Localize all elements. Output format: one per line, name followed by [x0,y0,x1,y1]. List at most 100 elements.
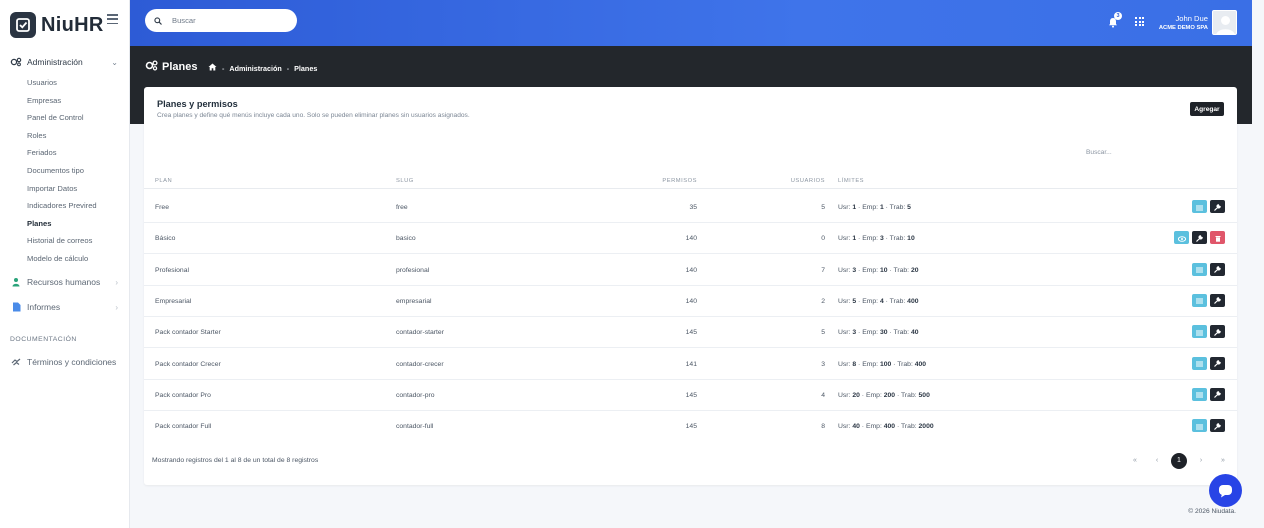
limit-emp: 100 [879,360,892,368]
last-page-button[interactable]: » [1212,453,1234,469]
limit-label-emp: Emp: [862,297,879,305]
list-icon [1196,198,1203,216]
plan-slug: empresarial [396,297,432,305]
breadcrumb-item[interactable]: Administración [229,64,281,73]
edit-plan-button[interactable] [1210,419,1225,433]
search-input[interactable]: Buscar [172,16,196,25]
wrench-icon [1196,229,1203,247]
edit-plan-button[interactable] [1192,229,1207,247]
limit-label-trab: Trab: [889,235,906,243]
menus-plan-button[interactable] [1192,200,1207,213]
plan-name: Empresarial [155,297,192,305]
sidebar-item-importar-datos[interactable]: Importar Datos [27,180,97,198]
edit-plan-button[interactable] [1210,293,1225,307]
sidebar-item-terminos[interactable]: Términos y condiciones [0,353,130,371]
sidebar-item-recursos-humanos[interactable]: Recursos humanos › [0,273,130,291]
sidebar-item-panel-de-control[interactable]: Panel de Control [27,109,97,127]
sidebar-item-historial-de-correos[interactable]: Historial de correos [27,232,97,250]
sidebar-item-empresas[interactable]: Empresas [27,92,97,110]
plans-card: Planes y permisos Crea planes y define q… [144,87,1237,485]
plan-limits: Usr: 20 · Emp: 200 · Trab: 500 [838,391,930,399]
plan-limits: Usr: 5 · Emp: 4 · Trab: 400 [838,297,919,305]
limit-trab: 400 [907,297,919,305]
apps-grid-icon[interactable] [1135,17,1144,26]
sidebar-item-administracion[interactable]: Administración ⌄ [0,53,130,71]
edit-plan-button[interactable] [1210,356,1225,370]
menus-plan-button[interactable] [1192,354,1207,372]
column-header-limites[interactable]: LÍMITES [838,178,864,184]
sidebar-item-modelo-de-calculo[interactable]: Modelo de cálculo [27,250,97,268]
column-header-permisos[interactable]: PERMISOS [662,178,697,184]
prev-page-button[interactable]: ‹ [1146,453,1168,469]
plan-name: Pack contador Pro [155,391,211,399]
next-page-button[interactable]: › [1190,453,1212,469]
chevron-down-icon: ⌄ [111,57,118,67]
menus-plan-button[interactable] [1192,291,1207,309]
add-plan-button[interactable]: Agregar [1190,102,1224,116]
list-icon [1196,323,1203,341]
sidebar-item-roles[interactable]: Roles [27,127,97,145]
menus-plan-button[interactable] [1192,387,1207,401]
sidebar-item-informes[interactable]: Informes › [0,298,130,316]
list-icon [1196,291,1203,309]
plan-slug: free [396,204,408,211]
user-name[interactable]: John Due [1175,14,1208,23]
limit-trab: 5 [907,204,911,211]
card-title: Planes y permisos [157,99,238,109]
menus-plan-button[interactable] [1192,417,1207,435]
avatar[interactable] [1212,10,1237,35]
limit-label-usr: Usr: [838,391,851,399]
plan-usuarios: 0 [821,235,825,243]
plan-usuarios: 8 [821,423,825,431]
limit-trab: 2000 [918,423,934,431]
edit-plan-button[interactable] [1210,262,1225,276]
global-search[interactable]: Buscar [145,9,297,32]
list-icon [1196,354,1203,372]
card-subtitle: Crea planes y define qué menús incluye c… [157,112,470,119]
plan-permisos: 35 [689,204,697,211]
pagination: « ‹ 1 › » [1124,453,1234,469]
plan-permisos: 145 [685,329,697,337]
sidebar-item-feriados[interactable]: Feriados [27,144,97,162]
limit-label-trab: Trab: [889,297,906,305]
row-actions [1192,291,1225,309]
column-header-plan[interactable]: PLAN [155,178,172,184]
table-row: Empresarial empresarial 140 2 Usr: 5 · Emp: … [144,286,1237,317]
plan-limits: Usr: 1 · Emp: 3 · Trab: 10 [838,235,915,243]
edit-plan-button[interactable] [1210,200,1225,213]
list-icon [1196,417,1203,435]
edit-plan-button[interactable] [1210,325,1225,339]
logo[interactable]: NiuHR [10,10,104,40]
column-header-usuarios[interactable]: USUARIOS [791,178,825,184]
delete-plan-button[interactable] [1210,231,1225,245]
sidebar-item-usuarios[interactable]: Usuarios [27,74,97,92]
limit-label-trab: Trab: [893,329,910,337]
sidebar-item-documentos-tipo[interactable]: Documentos tipo [27,162,97,180]
table-row: Pack contador Starter contador-starter 145… [144,317,1237,349]
limit-trab: 10 [907,235,915,243]
limit-trab: 500 [918,391,930,399]
page-button-current[interactable]: 1 [1171,453,1187,469]
row-actions [1192,387,1225,401]
menu-toggle-icon[interactable] [107,14,118,24]
limit-usr: 3 [852,266,857,274]
menus-plan-button[interactable] [1192,323,1207,341]
chevron-right-icon: › [115,302,118,312]
sidebar-item-indicadores-previred[interactable]: Indicadores Previred [27,197,97,215]
sidebar-item-planes[interactable]: Planes [27,215,97,233]
menus-plan-button[interactable] [1192,262,1207,276]
first-page-button[interactable]: « [1124,453,1146,469]
column-header-slug[interactable]: SLUG [396,178,414,184]
home-icon[interactable] [208,63,217,73]
chat-button[interactable] [1209,474,1242,507]
niuhr-logo-icon [10,12,36,38]
table-search-input[interactable]: Buscar... [1086,146,1226,160]
table-header: PLAN SLUG PERMISOS USUARIOS LÍMITES [144,175,1237,189]
plan-permisos: 140 [685,266,697,274]
edit-plan-button[interactable] [1210,387,1225,401]
row-actions [1192,262,1225,276]
limit-label-usr: Usr: [838,423,851,431]
chevron-right-icon: › [115,277,118,287]
view-plan-button[interactable] [1174,231,1189,245]
limit-trab: 40 [910,329,919,337]
